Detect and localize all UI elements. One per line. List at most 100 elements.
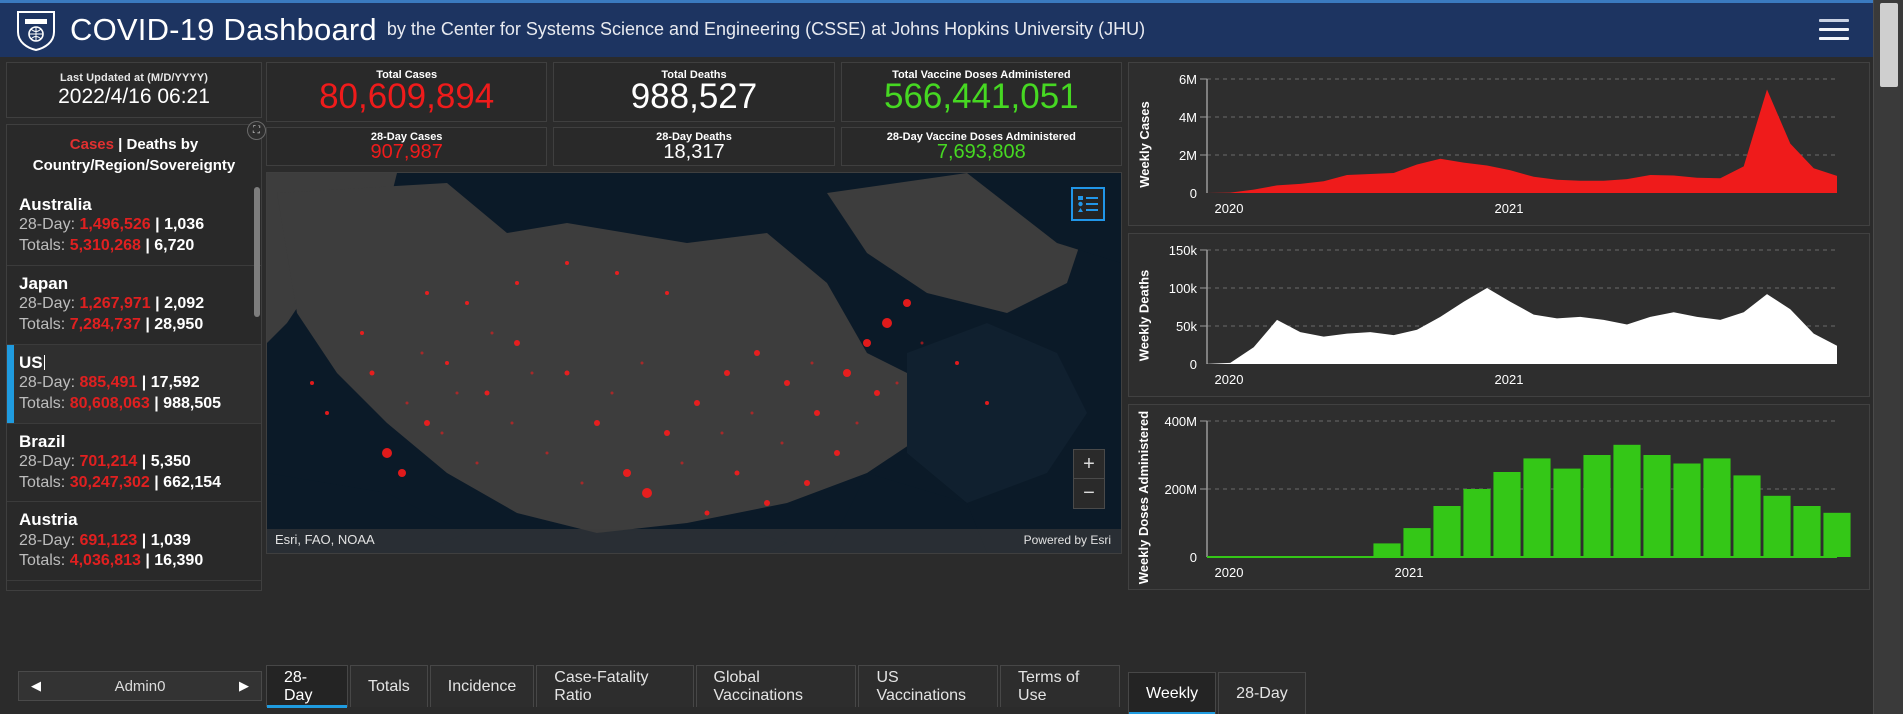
weekly-deaths-ylabel: Weekly Deaths [1136, 269, 1152, 361]
tab-terms-of-use[interactable]: Terms of Use [1000, 665, 1120, 707]
svg-text:0: 0 [1190, 357, 1197, 372]
list-item[interactable]: Australia 28-Day: 1,496,526 | 1,036 Tota… [7, 187, 261, 265]
text-caret [43, 354, 45, 370]
28day-cases-value: 907,987 [370, 140, 443, 163]
map-view[interactable]: + − Esri, FAO, NOAA Powered by Esri [266, 172, 1122, 554]
plus-icon[interactable]: + [1073, 449, 1105, 479]
page-scrollbar-thumb[interactable] [1880, 3, 1898, 87]
weekly-deaths-chart: Weekly Deaths 0 50k 100k 150k 2020 2021 [1128, 233, 1870, 397]
expand-fullscreen-icon[interactable]: ⛶ [247, 121, 266, 140]
list-item[interactable]: Brazil 28-Day: 701,214 | 5,350 Totals: 3… [7, 422, 261, 502]
admin-level-label: Admin0 [114, 677, 166, 695]
country-totals-line: Totals: 80,608,063 | 988,505 [19, 394, 222, 412]
day-deaths: 1,039 [150, 531, 191, 549]
tab-totals[interactable]: Totals [349, 665, 428, 707]
totals-label: Totals: [19, 552, 66, 570]
tab-incidence[interactable]: Incidence [429, 665, 535, 707]
tab-right-28-day[interactable]: 28-Day [1218, 672, 1306, 714]
minus-icon[interactable]: − [1073, 479, 1105, 509]
country-list-scrollbar[interactable] [254, 187, 260, 588]
weekly-cases-ylabel: Weekly Cases [1136, 100, 1152, 188]
tab-us-vaccinations[interactable]: US Vaccinations [858, 665, 999, 707]
svg-text:2020: 2020 [1215, 565, 1244, 580]
country-28day-line: 28-Day: 1,267,971 | 2,092 [19, 295, 205, 313]
weekly-doses-plot: 0 200M 400M 2020 2021 [1155, 411, 1857, 583]
tab-weekly[interactable]: Weekly [1128, 672, 1217, 714]
day-cases: 1,496,526 [79, 216, 151, 234]
svg-text:2020: 2020 [1215, 372, 1244, 387]
total-deaths: 662,154 [163, 473, 222, 491]
day-cases: 691,123 [79, 531, 138, 549]
total-cases: 7,284,737 [69, 315, 141, 333]
svg-text:6M: 6M [1179, 72, 1197, 87]
country-28day-line: 28-Day: 691,123 | 1,039 [19, 531, 191, 549]
28day-cases-card[interactable]: 28-Day Cases 907,987 [266, 127, 548, 166]
totals-label: Totals: [19, 315, 66, 333]
28day-vaccine-card[interactable]: 28-Day Vaccine Doses Administered 7,693,… [840, 127, 1122, 166]
country-name: Australia [19, 195, 92, 214]
total-cases-value: 80,609,894 [319, 76, 495, 116]
country-name: Austria [19, 510, 78, 530]
28day-deaths-value: 18,317 [663, 140, 725, 163]
total-deaths: 6,720 [154, 237, 195, 255]
28day-deaths-card[interactable]: 28-Day Deaths 18,317 [553, 127, 835, 166]
tab-case-fatality-ratio[interactable]: Case-Fatality Ratio [536, 665, 694, 707]
last-updated-value: 2022/4/16 06:21 [58, 84, 210, 108]
total-cases-card[interactable]: Total Cases 80,609,894 [266, 62, 548, 122]
day-cases: 701,214 [79, 452, 138, 470]
total-deaths-card[interactable]: Total Deaths 988,527 [553, 62, 835, 122]
main-tab-bar: 28-Day Totals Incidence Case-Fatality Ra… [266, 665, 1122, 708]
map-zoom-controls[interactable]: + − [1073, 449, 1105, 509]
svg-text:400M: 400M [1164, 414, 1197, 429]
list-item[interactable]: Austria 28-Day: 691,123 | 1,039 Totals: … [7, 501, 261, 580]
map-attribution-right: Powered by Esri [1023, 533, 1111, 547]
total-cases: 4,036,813 [69, 552, 141, 570]
day-cases: 885,491 [79, 373, 138, 391]
hamburger-menu-icon[interactable] [1819, 19, 1849, 43]
svg-text:2021: 2021 [1495, 372, 1524, 387]
28day-stat-row: 28-Day Cases 907,987 28-Day Deaths 18,31… [266, 127, 1122, 166]
total-deaths-value: 988,527 [630, 76, 758, 116]
svg-text:2020: 2020 [1215, 201, 1244, 216]
page-subtitle: by the Center for Systems Science and En… [386, 18, 1146, 39]
country-list-panel: Cases | Deaths by Country/Region/Soverei… [6, 124, 262, 591]
tab-28-day[interactable]: 28-Day [266, 665, 348, 708]
map-attribution-left: Esri, FAO, NOAA [275, 532, 375, 547]
chevron-right-icon[interactable]: ▶ [239, 678, 249, 694]
country-list-title-rest: Deaths by [126, 136, 199, 153]
page-title: COVID-19 Dashboard [70, 12, 377, 47]
admin-level-selector[interactable]: ◀ Admin0 ▶ [18, 671, 262, 701]
country-list-scroll[interactable]: Australia 28-Day: 1,496,526 | 1,036 Tota… [7, 187, 261, 590]
total-deaths: 988,505 [163, 394, 222, 412]
country-list-title-line2: Country/Region/Sovereignty [32, 156, 236, 174]
svg-text:200M: 200M [1164, 482, 1197, 497]
center-column: Total Cases 80,609,894 Total Deaths 988,… [266, 62, 1122, 708]
svg-text:150k: 150k [1169, 243, 1198, 258]
28day-vaccine-value: 7,693,808 [936, 140, 1026, 163]
weekly-cases-plot: 0 2M 4M 6M 2020 2021 [1155, 69, 1857, 219]
scrollbar-thumb[interactable] [254, 187, 260, 317]
legend-list-icon[interactable] [1071, 187, 1105, 221]
tab-global-vaccinations[interactable]: Global Vaccinations [695, 665, 857, 707]
weekly-doses-chart: Weekly Doses Administered 0 200M 400M 2020 2… [1128, 404, 1870, 590]
list-item-selected[interactable]: US 28-Day: 885,491 | 17,592 Totals: 80,6… [7, 343, 261, 423]
list-item[interactable]: Japan 28-Day: 1,267,971 | 2,092 Totals: … [7, 264, 261, 344]
svg-text:100k: 100k [1169, 281, 1198, 296]
svg-text:2021: 2021 [1495, 201, 1524, 216]
country-28day-line: 28-Day: 885,491 | 17,592 [19, 373, 200, 391]
totals-label: Totals: [19, 394, 66, 412]
day-deaths: 17,592 [150, 373, 200, 391]
day-cases: 1,267,971 [79, 295, 151, 313]
country-list-title-sep: | [113, 136, 127, 153]
total-cases: 5,310,268 [69, 237, 141, 255]
country-name: Thailand [19, 588, 251, 590]
chevron-left-icon[interactable]: ◀ [31, 678, 41, 694]
svg-text:0: 0 [1190, 186, 1197, 201]
totals-label: Totals: [19, 237, 66, 255]
right-tab-bar: Weekly 28-Day [1128, 672, 1308, 714]
page-scrollbar[interactable] [1873, 0, 1903, 714]
list-item[interactable]: Thailand 28-Day: 690,123 | 2,554 [7, 580, 261, 590]
last-updated-label: Last Updated at (M/D/YYYY) [59, 71, 209, 84]
country-28day-line: 28-Day: 701,214 | 5,350 [19, 452, 191, 470]
total-vaccine-card[interactable]: Total Vaccine Doses Administered 566,441… [840, 62, 1122, 122]
